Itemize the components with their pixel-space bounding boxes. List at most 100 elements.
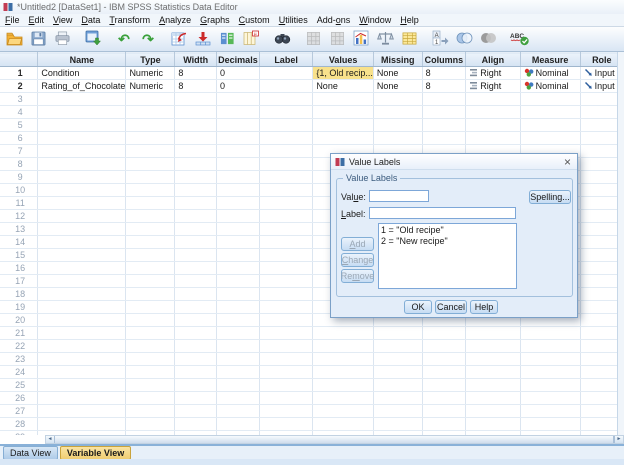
cell-values[interactable] <box>312 352 374 366</box>
cell-width[interactable] <box>174 391 218 405</box>
cell-type[interactable] <box>125 209 176 223</box>
cell-name[interactable]: Rating_of_Chocolate <box>37 79 127 93</box>
cell-columns[interactable]: 8 <box>422 79 467 93</box>
row-number[interactable]: 12 <box>0 209 39 223</box>
cell-label[interactable] <box>259 209 314 223</box>
cell-name[interactable] <box>37 261 127 275</box>
cell-width[interactable] <box>174 313 218 327</box>
cell-align[interactable] <box>465 352 521 366</box>
cell-type[interactable] <box>125 417 176 431</box>
menu-addons[interactable]: Add-ons <box>314 15 354 25</box>
cell-columns[interactable] <box>422 365 467 379</box>
cell-missing[interactable] <box>373 391 423 405</box>
cell-label[interactable] <box>259 404 314 418</box>
add-button[interactable]: Add <box>341 237 374 251</box>
row-number[interactable]: 20 <box>0 313 39 327</box>
cell-width[interactable] <box>174 378 218 392</box>
cancel-button[interactable]: Cancel <box>435 300 467 314</box>
cell-name[interactable] <box>37 339 127 353</box>
cell-width[interactable] <box>174 222 218 236</box>
row-number[interactable]: 7 <box>0 144 39 158</box>
cell-measure[interactable] <box>520 378 581 392</box>
cell-measure[interactable]: Nominal <box>520 79 581 93</box>
column-header-values[interactable]: Values <box>312 52 374 67</box>
cell-label[interactable] <box>259 222 314 236</box>
cell-name[interactable] <box>37 144 127 158</box>
row-number[interactable]: 10 <box>0 183 39 197</box>
cell-decimals[interactable] <box>216 131 260 145</box>
cell-align[interactable] <box>465 131 521 145</box>
cell-width[interactable] <box>174 105 218 119</box>
split-file-button[interactable] <box>350 28 372 50</box>
cell-label[interactable] <box>259 66 314 80</box>
scroll-right-icon[interactable]: ► <box>614 436 623 443</box>
variables-button[interactable] <box>216 28 238 50</box>
column-header-columns[interactable]: Columns <box>422 52 467 67</box>
cell-width[interactable] <box>174 157 218 171</box>
menu-custom[interactable]: Custom <box>236 15 273 25</box>
remove-button[interactable]: Re m ove <box>341 269 374 283</box>
menu-transform[interactable]: Transform <box>106 15 153 25</box>
row-number[interactable]: 5 <box>0 118 39 132</box>
row-number[interactable]: 22 <box>0 339 39 353</box>
cell-measure[interactable] <box>520 118 581 132</box>
row-number[interactable]: 4 <box>0 105 39 119</box>
cell-type[interactable] <box>125 235 176 249</box>
cell-align[interactable]: Right <box>465 79 521 93</box>
cell-label[interactable] <box>259 339 314 353</box>
cell-name[interactable] <box>37 170 127 184</box>
cell-label[interactable] <box>259 261 314 275</box>
cell-decimals[interactable] <box>216 183 260 197</box>
cell-label[interactable] <box>259 326 314 340</box>
menu-file[interactable]: File <box>2 15 23 25</box>
row-number[interactable]: 6 <box>0 131 39 145</box>
cell-type[interactable] <box>125 105 176 119</box>
cell-missing[interactable] <box>373 105 423 119</box>
cell-type[interactable] <box>125 300 176 314</box>
row-number[interactable]: 1 <box>0 66 39 80</box>
cell-width[interactable] <box>174 287 218 301</box>
tab-data-view[interactable]: Data View <box>3 446 58 460</box>
goto-case-button[interactable] <box>168 28 190 50</box>
cell-width[interactable] <box>174 170 218 184</box>
column-header-missing[interactable]: Missing <box>373 52 423 67</box>
cell-decimals[interactable] <box>216 157 260 171</box>
undo-button[interactable]: ↶ <box>113 28 135 50</box>
cell-label[interactable] <box>259 391 314 405</box>
cell-missing[interactable]: None <box>373 79 423 93</box>
menu-view[interactable]: View <box>50 15 75 25</box>
grid-corner-cell[interactable] <box>0 52 39 67</box>
row-number[interactable]: 27 <box>0 404 39 418</box>
cell-missing[interactable] <box>373 339 423 353</box>
cell-missing[interactable] <box>373 131 423 145</box>
cell-type[interactable] <box>125 274 176 288</box>
cell-decimals[interactable] <box>216 144 260 158</box>
descriptives-button[interactable]: μ <box>240 28 262 50</box>
cell-missing[interactable] <box>373 352 423 366</box>
row-number[interactable]: 16 <box>0 261 39 275</box>
find-button[interactable] <box>271 28 293 50</box>
cell-columns[interactable] <box>422 391 467 405</box>
cell-name[interactable] <box>37 183 127 197</box>
value-labels-list[interactable]: 1 = "Old recipe" 2 = "New recipe" <box>378 223 517 289</box>
cell-values[interactable] <box>312 339 374 353</box>
row-number[interactable]: 17 <box>0 274 39 288</box>
cell-name[interactable] <box>37 235 127 249</box>
cell-type[interactable] <box>125 144 176 158</box>
cell-type[interactable] <box>125 248 176 262</box>
cell-align[interactable] <box>465 391 521 405</box>
cell-name[interactable] <box>37 131 127 145</box>
cell-columns[interactable] <box>422 131 467 145</box>
cell-decimals[interactable] <box>216 417 260 431</box>
cell-decimals[interactable] <box>216 274 260 288</box>
cell-type[interactable] <box>125 326 176 340</box>
cell-name[interactable]: Condition <box>37 66 127 80</box>
cell-label[interactable] <box>259 352 314 366</box>
row-number[interactable]: 11 <box>0 196 39 210</box>
cell-name[interactable] <box>37 209 127 223</box>
cell-label[interactable] <box>259 183 314 197</box>
cell-align[interactable] <box>465 365 521 379</box>
weight-cases-button[interactable] <box>374 28 396 50</box>
row-number[interactable]: 24 <box>0 365 39 379</box>
cell-type[interactable] <box>125 313 176 327</box>
